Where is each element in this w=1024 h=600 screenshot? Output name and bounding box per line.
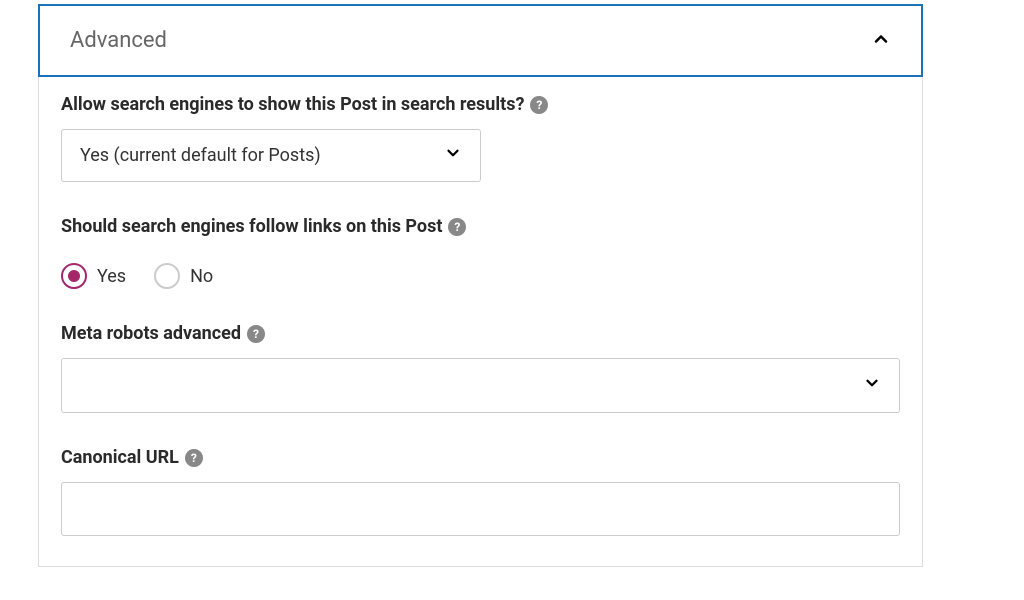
radio-label: Yes [97, 266, 126, 287]
label-text: Canonical URL [61, 447, 179, 468]
label-text: Should search engines follow links on th… [61, 216, 442, 237]
label-text: Meta robots advanced [61, 323, 241, 344]
help-icon[interactable]: ? [185, 449, 203, 467]
panel-body: Allow search engines to show this Post i… [39, 76, 922, 566]
chevron-down-icon [863, 374, 881, 397]
follow-links-field: Should search engines follow links on th… [61, 216, 900, 289]
radio-circle-icon [61, 263, 87, 289]
follow-links-label: Should search engines follow links on th… [61, 216, 466, 237]
help-icon[interactable]: ? [530, 96, 548, 114]
follow-links-radio-group: Yes No [61, 263, 900, 289]
canonical-url-input[interactable] [61, 482, 900, 536]
follow-no-radio[interactable]: No [154, 263, 213, 289]
meta-robots-field: Meta robots advanced ? [61, 323, 900, 413]
allow-search-select[interactable]: Yes (current default for Posts) [61, 129, 481, 182]
help-icon[interactable]: ? [448, 218, 466, 236]
canonical-url-label: Canonical URL ? [61, 447, 203, 468]
radio-dot-icon [68, 270, 80, 282]
help-icon[interactable]: ? [247, 325, 265, 343]
advanced-panel-header[interactable]: Advanced [38, 4, 923, 77]
label-text: Allow search engines to show this Post i… [61, 94, 524, 115]
canonical-url-field: Canonical URL ? [61, 447, 900, 536]
allow-search-field: Allow search engines to show this Post i… [61, 94, 900, 182]
meta-robots-label: Meta robots advanced ? [61, 323, 265, 344]
select-value: Yes (current default for Posts) [80, 145, 321, 166]
radio-circle-icon [154, 263, 180, 289]
allow-search-label: Allow search engines to show this Post i… [61, 94, 548, 115]
chevron-up-icon [871, 29, 891, 53]
meta-robots-select[interactable] [61, 358, 900, 413]
radio-label: No [190, 266, 213, 287]
advanced-panel: Advanced Allow search engines to show th… [38, 4, 923, 567]
follow-yes-radio[interactable]: Yes [61, 263, 126, 289]
panel-title: Advanced [70, 28, 167, 53]
chevron-down-icon [444, 144, 462, 167]
